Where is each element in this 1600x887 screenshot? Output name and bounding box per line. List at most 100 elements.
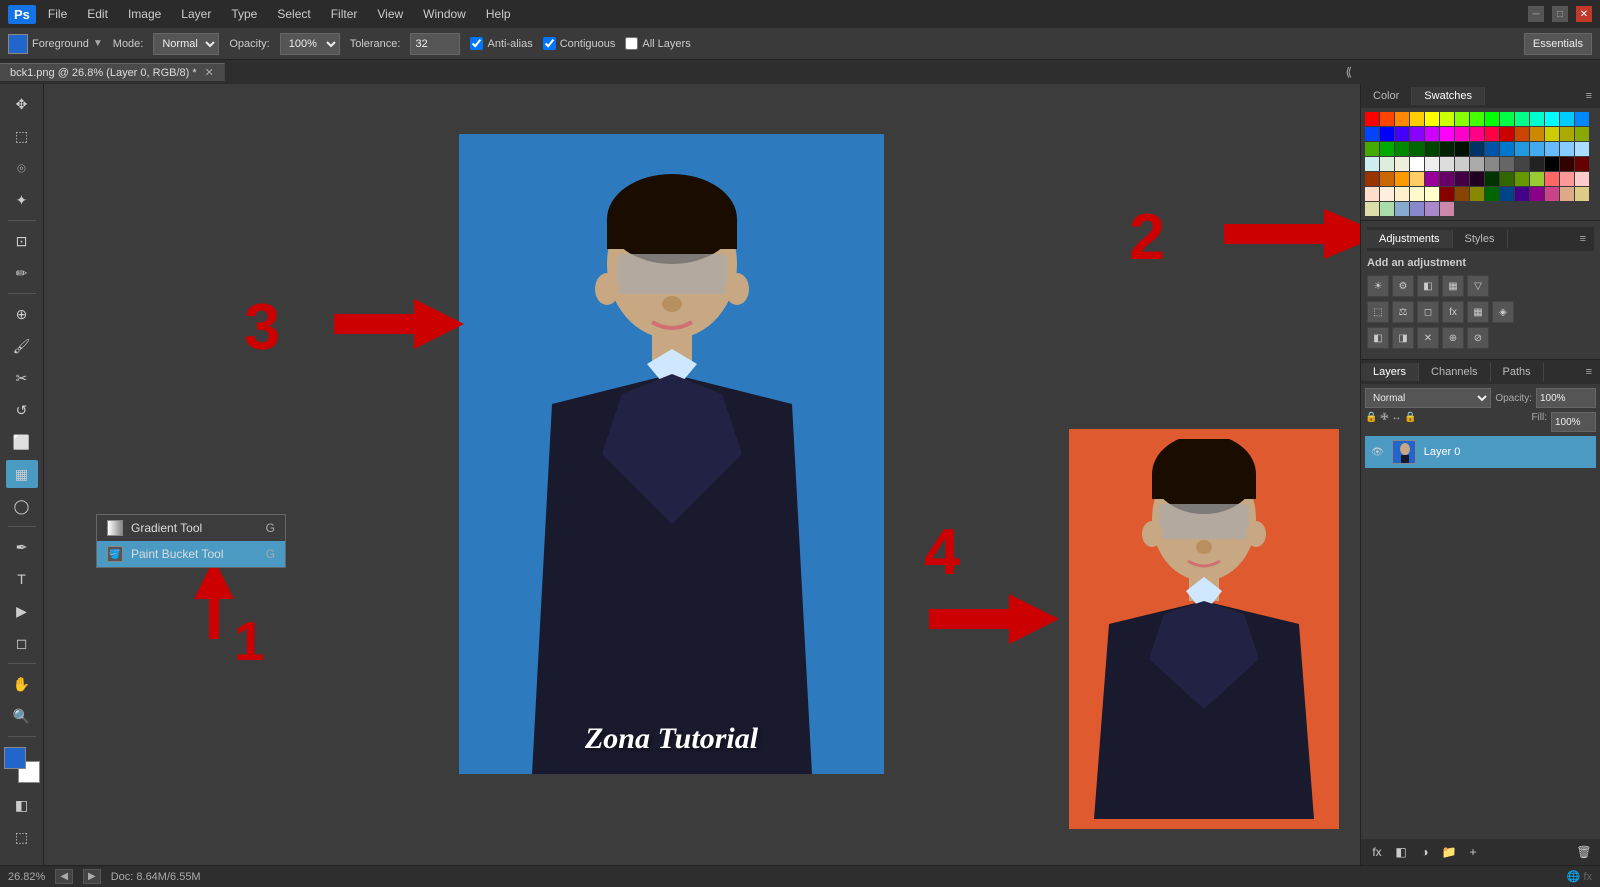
swatch-cell[interactable] <box>1440 187 1454 201</box>
menu-help[interactable]: Help <box>478 5 519 23</box>
swatch-cell[interactable] <box>1500 142 1514 156</box>
swatch-cell[interactable] <box>1515 157 1529 171</box>
layer-delete-btn[interactable]: 🗑 <box>1574 842 1594 862</box>
swatch-cell[interactable] <box>1380 172 1394 186</box>
swatch-cell[interactable] <box>1560 127 1574 141</box>
menu-layer[interactable]: Layer <box>173 5 219 23</box>
mode-select[interactable]: Normal <box>153 33 219 55</box>
swatch-cell[interactable] <box>1485 172 1499 186</box>
fill-input[interactable] <box>1551 412 1596 432</box>
brush-tool-btn[interactable]: 🖌 <box>6 332 38 360</box>
swatch-cell[interactable] <box>1395 127 1409 141</box>
adj-curves-btn[interactable]: ⚙ <box>1392 275 1414 297</box>
swatch-cell[interactable] <box>1515 112 1529 126</box>
swatch-cell[interactable] <box>1425 112 1439 126</box>
canvas-area[interactable]: Zona Tutorial <box>44 84 1360 865</box>
swatch-cell[interactable] <box>1410 202 1424 216</box>
swatch-cell[interactable] <box>1545 127 1559 141</box>
swatch-cell[interactable] <box>1500 187 1514 201</box>
swatch-cell[interactable] <box>1545 157 1559 171</box>
swatch-cell[interactable] <box>1440 157 1454 171</box>
swatch-cell[interactable] <box>1395 172 1409 186</box>
swatch-cell[interactable] <box>1530 157 1544 171</box>
swatch-cell[interactable] <box>1575 187 1589 201</box>
swatch-cell[interactable] <box>1365 187 1379 201</box>
path-select-tool-btn[interactable]: ▶ <box>6 597 38 625</box>
swatch-cell[interactable] <box>1365 172 1379 186</box>
swatch-cell[interactable] <box>1485 187 1499 201</box>
essentials-button[interactable]: Essentials <box>1524 33 1592 55</box>
swatch-cell[interactable] <box>1380 157 1394 171</box>
swatch-cell[interactable] <box>1440 127 1454 141</box>
opacity-input[interactable] <box>1536 388 1596 408</box>
swatch-cell[interactable] <box>1410 187 1424 201</box>
swatches-panel-menu[interactable]: ≡ <box>1578 90 1600 102</box>
type-tool-btn[interactable]: T <box>6 565 38 593</box>
contiguous-checkbox[interactable] <box>543 37 556 50</box>
swatch-cell[interactable] <box>1560 187 1574 201</box>
layer-row-0[interactable]: 👁 Layer 0 <box>1365 436 1596 468</box>
foreground-color-swatch[interactable] <box>8 34 28 54</box>
tab-layers[interactable]: Layers <box>1361 363 1419 381</box>
adj-panel-menu[interactable]: ≡ <box>1572 233 1594 245</box>
swatch-cell[interactable] <box>1485 127 1499 141</box>
swatch-cell[interactable] <box>1545 142 1559 156</box>
adj-color-lookup-btn[interactable]: ▦ <box>1467 301 1489 323</box>
menu-window[interactable]: Window <box>415 5 474 23</box>
swatch-cell[interactable] <box>1500 127 1514 141</box>
layer-new-btn[interactable]: + <box>1463 842 1483 862</box>
tab-adjustments[interactable]: Adjustments <box>1367 230 1453 248</box>
swatch-cell[interactable] <box>1500 157 1514 171</box>
hand-tool-btn[interactable]: ✋ <box>6 670 38 698</box>
screen-mode-btn[interactable]: ⬚ <box>6 823 38 851</box>
swatch-cell[interactable] <box>1455 157 1469 171</box>
tab-color[interactable]: Color <box>1361 87 1412 105</box>
layer-adjustment-btn[interactable]: ◑ <box>1415 842 1435 862</box>
swatch-cell[interactable] <box>1470 157 1484 171</box>
swatch-cell[interactable] <box>1455 172 1469 186</box>
swatch-cell[interactable] <box>1365 202 1379 216</box>
marquee-tool-btn[interactable]: ⬚ <box>6 122 38 150</box>
swatch-cell[interactable] <box>1425 142 1439 156</box>
swatch-cell[interactable] <box>1530 112 1544 126</box>
swatch-cell[interactable] <box>1560 157 1574 171</box>
tab-channels[interactable]: Channels <box>1419 363 1490 381</box>
swatch-cell[interactable] <box>1470 127 1484 141</box>
swatch-cell[interactable] <box>1410 157 1424 171</box>
tab-styles[interactable]: Styles <box>1453 230 1508 248</box>
shape-tool-btn[interactable]: ◻ <box>6 629 38 657</box>
adj-exposure-btn[interactable]: ◧ <box>1417 275 1439 297</box>
swatch-cell[interactable] <box>1575 157 1589 171</box>
swatch-cell[interactable] <box>1380 127 1394 141</box>
history-tool-btn[interactable]: ↺ <box>6 396 38 424</box>
adj-invert-btn[interactable]: ◈ <box>1492 301 1514 323</box>
maximize-btn[interactable]: □ <box>1552 6 1568 22</box>
adj-photo-filter-btn[interactable]: ◻ <box>1417 301 1439 323</box>
zoom-tool-btn[interactable]: 🔍 <box>6 702 38 730</box>
dodge-tool-btn[interactable]: ◯ <box>6 492 38 520</box>
swatch-cell[interactable] <box>1440 142 1454 156</box>
swatch-cell[interactable] <box>1560 112 1574 126</box>
adj-vibrance-btn[interactable]: ▦ <box>1442 275 1464 297</box>
zoom-nav-btn-right[interactable]: ▶ <box>83 869 101 884</box>
close-btn[interactable]: ✕ <box>1576 6 1592 22</box>
quick-mask-btn[interactable]: ◧ <box>6 791 38 819</box>
swatch-cell[interactable] <box>1365 157 1379 171</box>
zoom-nav-btn[interactable]: ◀ <box>55 869 73 884</box>
all-layers-checkbox[interactable] <box>625 37 638 50</box>
anti-alias-checkbox[interactable] <box>470 37 483 50</box>
document-tab-close[interactable]: ✕ <box>205 66 214 79</box>
swatch-cell[interactable] <box>1560 142 1574 156</box>
swatch-cell[interactable] <box>1440 202 1454 216</box>
heal-tool-btn[interactable]: ⊕ <box>6 300 38 328</box>
layers-mode-select[interactable]: Normal <box>1365 388 1491 408</box>
menu-type[interactable]: Type <box>223 5 265 23</box>
color-swatches[interactable] <box>4 747 40 783</box>
minimize-btn[interactable]: ─ <box>1528 6 1544 22</box>
swatch-cell[interactable] <box>1545 187 1559 201</box>
swatch-cell[interactable] <box>1410 142 1424 156</box>
swatch-cell[interactable] <box>1500 172 1514 186</box>
swatch-cell[interactable] <box>1395 202 1409 216</box>
swatch-cell[interactable] <box>1530 172 1544 186</box>
menu-view[interactable]: View <box>369 5 411 23</box>
